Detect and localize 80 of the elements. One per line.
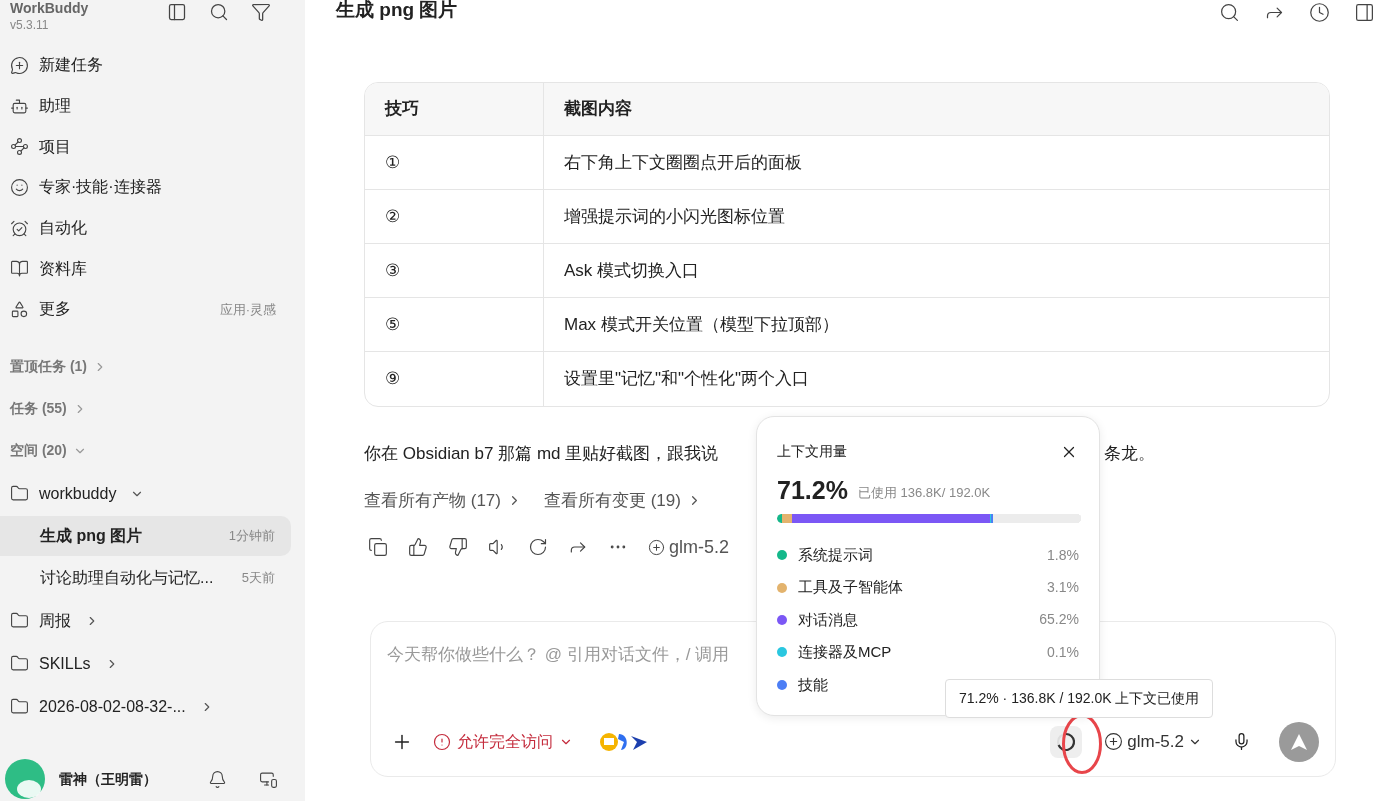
nav-item[interactable]: 资料库 <box>0 248 305 290</box>
user-name: 雷神（王明雷） <box>59 769 158 789</box>
refresh-icon[interactable] <box>528 537 548 557</box>
nav-item[interactable]: 新建任务 <box>0 45 305 86</box>
task-time: 5天前 <box>241 569 275 588</box>
mic-icon[interactable] <box>1232 732 1251 751</box>
folder-item[interactable]: SKILLs <box>0 642 305 685</box>
legend-label: 连接器及MCP <box>798 642 893 663</box>
table-cell: ⑨ <box>365 352 544 406</box>
nav-item[interactable]: 自动化 <box>0 207 305 249</box>
nav-icon <box>10 55 29 75</box>
table-cell-text: Ask 模式切换入口 <box>563 259 701 282</box>
task-time: 1分钟前 <box>228 527 275 546</box>
view-link[interactable]: 查看所有变更 (19) <box>543 488 681 514</box>
model-label: glm-5.2 <box>669 535 730 559</box>
send-arrow-icon <box>1290 732 1308 751</box>
table-cell: ① <box>365 136 544 189</box>
column-header: 技巧 <box>365 83 544 135</box>
search-icon[interactable] <box>1219 1 1240 23</box>
folder-item[interactable]: 周报 <box>0 599 305 642</box>
section-header[interactable]: 空间 (20) <box>0 429 305 472</box>
folder-item[interactable]: 2026-08-02-08-32-... <box>0 685 305 728</box>
model-selector[interactable]: glm-5.2 <box>1104 728 1202 755</box>
message-text: 条龙。 <box>1104 443 1156 466</box>
nav-icon <box>10 299 29 319</box>
nav-item[interactable]: 更多 应用·灵感 <box>0 289 305 330</box>
message-text: 你在 Obsidian b7 那篇 md 里贴好截图，跟我说 <box>364 443 719 466</box>
nav-item[interactable]: 项目 <box>0 126 305 168</box>
section-header[interactable]: 任务 (55) <box>0 387 305 430</box>
bell-icon[interactable] <box>208 769 227 789</box>
task-item[interactable]: 讨论助理自动化与记忆... 5天前 <box>0 557 291 598</box>
usage-percent: 71.2% <box>777 476 848 504</box>
table-cell: ③ <box>365 244 544 297</box>
nav-icon <box>10 137 29 157</box>
legend-label: 技能 <box>798 674 829 695</box>
table-cell-text: 右下角上下文圈圈点开后的面板 <box>563 151 803 174</box>
history-icon[interactable] <box>1309 1 1330 23</box>
table-cell: ② <box>365 190 544 243</box>
section-header[interactable]: 置顶任务 (1) <box>0 345 305 388</box>
usage-detail: 已使用 136.8K/ 192.0K <box>857 483 991 502</box>
sidebar-toggle-icon[interactable] <box>167 2 187 22</box>
page-title: 生成 png 图片 <box>336 0 458 22</box>
send-button[interactable] <box>1279 721 1319 762</box>
nav-icon <box>10 177 29 197</box>
thumbs-down-icon[interactable] <box>448 537 468 557</box>
legend-label: 工具及子智能体 <box>798 577 904 598</box>
tooltip: 71.2% · 136.8K / 192.0K 上下文已使用 <box>945 679 1214 718</box>
nav-icon <box>10 218 29 238</box>
task-item[interactable]: 生成 png 图片 1分钟前 <box>0 515 291 556</box>
legend-label: 对话消息 <box>798 609 859 630</box>
legend-label: 系统提示词 <box>798 544 874 565</box>
plus-circle-icon <box>1104 732 1124 751</box>
nav-item[interactable]: 助理 <box>0 85 305 127</box>
nav-item[interactable]: 专家·技能·连接器 <box>0 167 305 208</box>
column-header: 截图内容 <box>563 98 633 121</box>
nav-hint: 应用·灵感 <box>219 300 277 319</box>
table-cell-text: Max 模式开关位置（模型下拉顶部） <box>563 313 840 336</box>
legend-value: 3.1% <box>1047 578 1079 598</box>
nav-icon <box>10 259 29 279</box>
progress-ring-icon <box>1056 731 1077 752</box>
folder-item[interactable]: workbuddy <box>0 472 305 515</box>
app-name: WorkBuddy <box>10 0 89 17</box>
integrations-icon[interactable] <box>599 730 649 753</box>
popover-title: 上下文用量 <box>777 442 847 461</box>
plus-circle-icon <box>648 538 665 556</box>
legend-value: 0.1% <box>1047 642 1079 662</box>
legend-value: 65.2% <box>1039 610 1079 630</box>
table-cell-text: 增强提示词的小闪光图标位置 <box>563 205 786 228</box>
app-version: v5.3.11 <box>10 17 50 33</box>
table-cell: ⑤ <box>365 298 544 351</box>
search-icon[interactable] <box>209 2 229 22</box>
access-button[interactable]: 允许完全访问 <box>433 729 573 754</box>
table-cell-text: 设置里"记忆"和"个性化"两个入口 <box>563 368 811 391</box>
copy-icon[interactable] <box>368 537 388 557</box>
legend-value: 1.8% <box>1047 545 1079 565</box>
alert-icon <box>433 732 451 751</box>
filter-icon[interactable] <box>251 2 271 22</box>
panel-toggle-icon[interactable] <box>1354 1 1375 23</box>
view-link[interactable]: 查看所有产物 (17) <box>364 488 501 514</box>
thumbs-up-icon[interactable] <box>408 537 428 557</box>
